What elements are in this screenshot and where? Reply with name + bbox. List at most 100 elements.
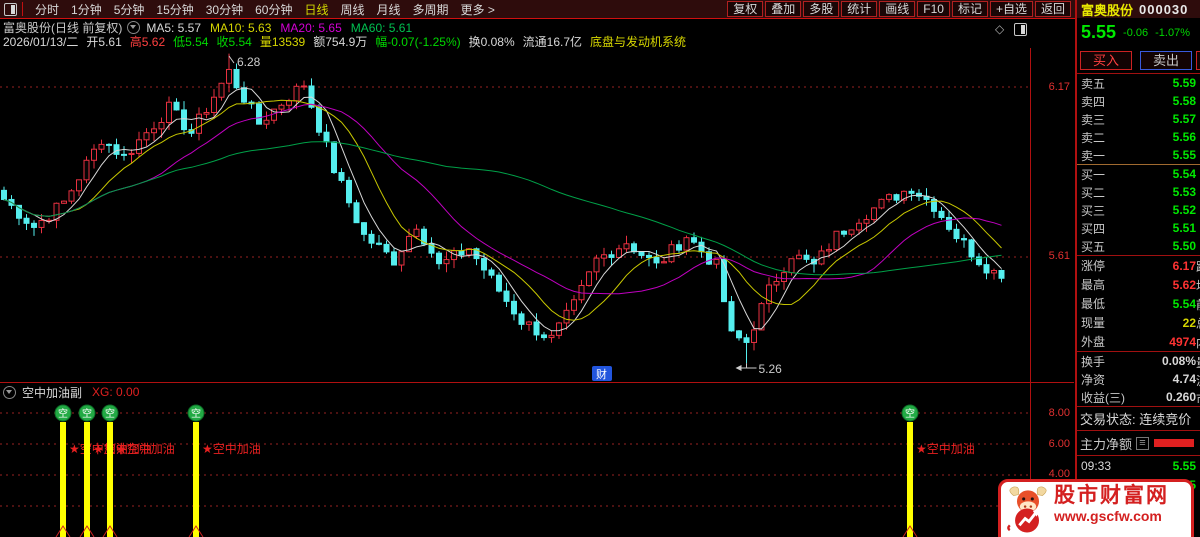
diamond-marker-icon[interactable]: ◇ [995, 23, 1004, 35]
more-trade-button[interactable] [1196, 50, 1200, 70]
stat-row-0-value: 6.17 [1172, 258, 1196, 273]
toolbar-button-0[interactable]: 复权 [727, 1, 764, 17]
high-annotation: 6.28 [237, 55, 261, 69]
ask-row-4-price: 5.55 [1172, 148, 1196, 162]
low-annotation: 5.26 [759, 362, 783, 376]
price-change: -0.06 [1123, 26, 1149, 39]
stat2-row-1-partial: 沪 [1196, 372, 1200, 389]
toolbar-button-3[interactable]: 统计 [841, 1, 878, 17]
signal-bar-4 [907, 422, 913, 537]
stat-row-1: 最高 5.62均 [1077, 275, 1200, 294]
ask-row-1[interactable]: 卖四 5.58 [1077, 92, 1200, 110]
toolbar-button-5[interactable]: F10 [917, 1, 950, 17]
chart-panel-separator [0, 382, 1074, 383]
stat2-row-2-label: 收益(三) [1081, 390, 1125, 405]
period-tab-8[interactable]: 月线 [377, 1, 401, 18]
bid-row-2[interactable]: 买三 5.52 [1077, 201, 1200, 219]
ask-row-0[interactable]: 卖五 5.59 [1077, 74, 1200, 92]
svg-text:空: 空 [191, 407, 201, 420]
period-tab-0[interactable]: 分时 [35, 1, 59, 18]
stat-row-3-label: 现量 [1081, 316, 1106, 330]
stat-row-1-partial: 均 [1196, 277, 1200, 294]
price-axis-label-617: 6.17 [1048, 81, 1070, 93]
toolbar-divider [22, 2, 23, 16]
ask-row-3-price: 5.56 [1172, 130, 1196, 144]
bid-row-3[interactable]: 买四 5.51 [1077, 219, 1200, 237]
tick-row-0: 09:33 5.55 [1077, 456, 1200, 475]
stats-list: 涨停 6.17跌最高 5.62均最低 5.54前现量 22总外盘 4974内 [1077, 256, 1200, 351]
ask-row-4-label: 卖一 [1081, 148, 1106, 163]
period-tab-7[interactable]: 周线 [340, 1, 364, 18]
price-change-pct: -1.07% [1155, 26, 1190, 39]
indicator-axis-label-8: 8.00 [1048, 407, 1070, 419]
chevron-down-icon[interactable] [3, 385, 16, 399]
toolbar-button-7[interactable]: +自选 [989, 1, 1033, 17]
stats-list-2: 换手 0.08%量净资 4.74沪收益(三) 0.260市 [1077, 352, 1200, 406]
stat-row-3: 现量 22总 [1077, 313, 1200, 332]
axis-separator-line [1030, 48, 1031, 537]
signal-bar-3 [193, 422, 199, 537]
period-tab-4[interactable]: 30分钟 [206, 1, 243, 18]
chart-corner-icons: ◇ [995, 23, 1028, 36]
toolbar-buttons: 复权 叠加 多股 统计 画线 F10 标记 +自选 返回 [725, 1, 1075, 17]
stat-row-2-label: 最低 [1081, 297, 1106, 311]
period-tab-6[interactable]: 日线 [304, 1, 328, 18]
indicator-header: 空中加油副 XG: 0.00 [3, 385, 140, 400]
sell-button[interactable]: 卖出 [1140, 50, 1192, 70]
stat2-row-2-partial: 市 [1196, 390, 1200, 407]
toolbar-button-4[interactable]: 画线 [879, 1, 916, 17]
top-toolbar: 分时 1分钟 5分钟 15分钟 30分钟 60分钟 日线 周线 月线 多周期 更多 > 复权 叠加 多股… [0, 0, 1075, 18]
stat-row-4: 外盘 4974内 [1077, 332, 1200, 351]
signal-label-3: ★空中加油 [202, 441, 261, 456]
ask-row-2[interactable]: 卖三 5.57 [1077, 110, 1200, 128]
bid-row-2-label: 买三 [1081, 203, 1106, 218]
toolbar-button-2[interactable]: 多股 [803, 1, 840, 17]
stat2-row-0-label: 换手 [1081, 354, 1106, 369]
bid-row-0[interactable]: 买一 5.54 [1077, 165, 1200, 183]
period-tab-1[interactable]: 1分钟 [71, 1, 102, 18]
stat-row-1-label: 最高 [1081, 278, 1106, 292]
signal-label-4: ★空中加油 [916, 441, 975, 456]
bid-list: 买一 5.54 买二 5.53 买三 5.52 买四 5.51 买五 5.50 [1077, 165, 1200, 255]
buy-button[interactable]: 买入 [1080, 50, 1132, 70]
bid-row-4[interactable]: 买五 5.50 [1077, 237, 1200, 255]
bid-row-4-price: 5.50 [1172, 239, 1196, 253]
toolbar-button-1[interactable]: 叠加 [765, 1, 802, 17]
toolbar-button-6[interactable]: 标记 [951, 1, 988, 17]
bid-row-1[interactable]: 买二 5.53 [1077, 183, 1200, 201]
toolbar-button-8[interactable]: 返回 [1034, 1, 1071, 17]
price-row: 5.55 -0.06 -1.07% [1077, 18, 1200, 47]
daily-stats-line: 2026/01/13/二 开5.61 高5.62 低5.54 收5.54 量13539 额7… [3, 35, 694, 49]
bid-row-3-price: 5.51 [1172, 221, 1196, 235]
price-axis-label-561: 5.61 [1048, 250, 1070, 262]
stat-row-4-partial: 内 [1196, 334, 1200, 351]
stat2-row-2: 收益(三) 0.260市 [1077, 388, 1200, 406]
tick-time-0: 09:33 [1081, 458, 1112, 473]
bid-row-0-price: 5.54 [1172, 167, 1196, 181]
period-tab-3[interactable]: 15分钟 [156, 1, 193, 18]
stat-row-4-label: 外盘 [1081, 335, 1106, 349]
stat2-row-2-value: 0.260 [1165, 390, 1196, 404]
ask-row-1-label: 卖四 [1081, 94, 1106, 109]
main-candlestick-chart[interactable]: 6.28 5.26 财 [0, 48, 1030, 382]
main-flow-row: 主力净额 ≡ [1077, 431, 1200, 455]
ask-row-3[interactable]: 卖二 5.56 [1077, 128, 1200, 146]
panel-maximize-icon[interactable] [1014, 23, 1028, 36]
indicator-chart[interactable]: 空★空中加油空★空中加油空★空中加油空★空中加油空★空中加油 [0, 400, 1030, 537]
stat-row-2-value: 5.54 [1172, 296, 1196, 311]
period-tab-10[interactable]: 更多 > [461, 1, 495, 18]
signal-label-2: ★空中加油 [116, 441, 175, 456]
period-tab-2[interactable]: 5分钟 [114, 1, 145, 18]
ask-row-4[interactable]: 卖一 5.55 [1077, 146, 1200, 164]
detail-list-icon[interactable]: ≡ [1136, 436, 1150, 450]
indicator-xg-value: XG: 0.00 [92, 385, 140, 399]
stat-row-0-partial: 跌 [1196, 258, 1200, 275]
window-layout-icon[interactable] [4, 2, 17, 16]
last-price: 5.55 [1081, 22, 1117, 42]
period-tab-5[interactable]: 60分钟 [255, 1, 292, 18]
stat-row-0: 涨停 6.17跌 [1077, 256, 1200, 275]
period-tab-9[interactable]: 多周期 [413, 1, 449, 18]
trade-status: 交易状态: 连续竞价 [1080, 412, 1192, 427]
ask-row-3-label: 卖二 [1081, 130, 1106, 145]
ask-row-0-label: 卖五 [1081, 76, 1106, 91]
